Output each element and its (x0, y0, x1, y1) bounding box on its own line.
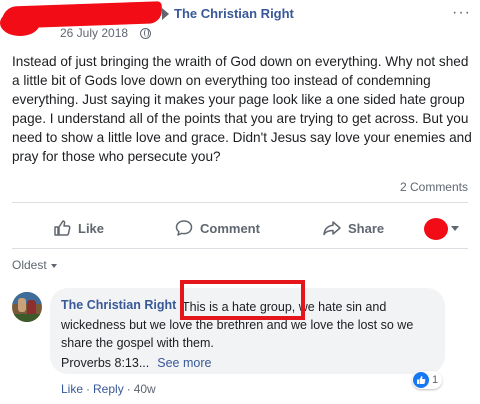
share-label: Share (348, 220, 385, 236)
divider (12, 202, 468, 203)
comment-label: Comment (200, 220, 260, 236)
chevron-down-icon (50, 263, 57, 268)
see-more-link[interactable]: See more (157, 356, 211, 370)
comment-reply-button[interactable]: Reply (93, 382, 124, 396)
speech-bubble-icon (175, 220, 193, 236)
post-date[interactable]: 26 July 2018 (60, 26, 128, 40)
comments-count-link[interactable]: 2 Comments (400, 180, 468, 194)
highlight-annotation (180, 280, 305, 320)
comment-attachment-text: Proverbs 8:13... See more (61, 356, 211, 370)
like-button[interactable]: Like (52, 210, 104, 246)
share-arrow-icon (323, 221, 341, 236)
page-name-link[interactable]: The Christian Right (174, 6, 294, 21)
comment-sort-dropdown[interactable]: Oldest (12, 258, 57, 272)
audience-caret-icon[interactable] (451, 226, 459, 231)
shared-to-arrow-icon (162, 8, 169, 20)
thumbs-up-icon (54, 220, 71, 236)
divider (12, 248, 468, 249)
comment-button[interactable]: Comment (174, 210, 260, 246)
reaction-summary[interactable]: 1 (412, 371, 443, 389)
like-reaction-icon (413, 372, 429, 388)
comment-timestamp[interactable]: 40w (134, 382, 156, 396)
comment-actions: Like · Reply · 40w (61, 382, 156, 396)
share-button[interactable]: Share (322, 210, 384, 246)
reaction-count: 1 (432, 374, 439, 386)
verse-reference: Proverbs 8:13... (61, 356, 150, 370)
post-actions: Like Comment Share (0, 210, 480, 246)
comment-author-link[interactable]: The Christian Right (61, 298, 176, 312)
redaction-mark (1, 1, 163, 29)
post-header: The Christian Right 26 July 2018 ··· (0, 0, 480, 44)
avatar[interactable] (12, 292, 42, 322)
like-label: Like (78, 220, 105, 236)
globe-icon (140, 28, 151, 39)
more-options-icon[interactable]: ··· (452, 4, 471, 22)
post-text: Instead of just bringing the wraith of G… (12, 54, 472, 164)
sort-label: Oldest (12, 258, 47, 272)
redaction-mark (424, 218, 448, 240)
separator-dot: · (86, 382, 91, 396)
comment-like-button[interactable]: Like (61, 382, 83, 396)
separator-dot: · (126, 382, 131, 396)
